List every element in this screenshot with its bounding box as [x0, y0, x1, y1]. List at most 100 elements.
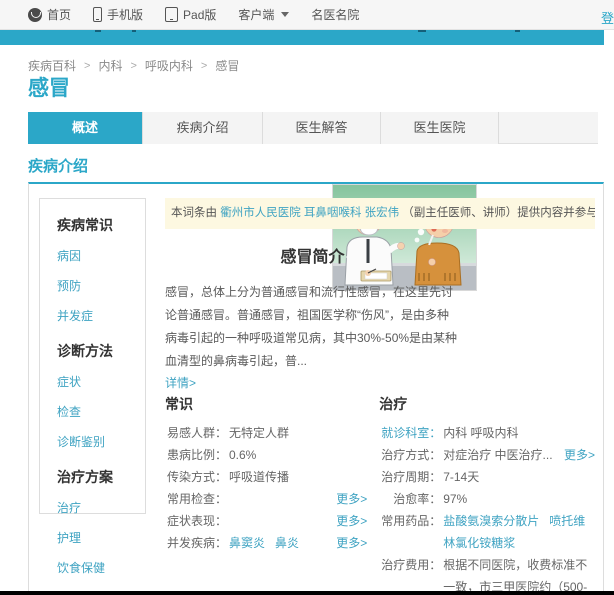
fact-value: 97%: [443, 492, 468, 506]
breadcrumb-item-respiratory[interactable]: 呼吸内科: [145, 57, 193, 74]
fact-value: 鼻窦炎 鼻炎: [227, 532, 336, 554]
doctor-link[interactable]: 张宏伟: [365, 207, 400, 219]
fact-label: 并发疾病：: [166, 536, 227, 550]
more-link[interactable]: 更多>: [336, 510, 367, 532]
more-link[interactable]: 更多>: [336, 488, 367, 510]
sidebar-item-treatment[interactable]: 治疗: [57, 499, 145, 516]
breadcrumb-item-cold[interactable]: 感冒: [215, 57, 239, 74]
sidebar-group-title: 诊断方法: [57, 343, 113, 359]
sidebar-item-nursing[interactable]: 护理: [57, 529, 145, 546]
fact-label: 治疗方式：: [381, 448, 442, 462]
fact-label: 常用药品：: [381, 514, 442, 528]
client-label: 客户端: [238, 8, 275, 22]
fact-row-department: 就诊科室： 内科 呼吸内科: [379, 422, 595, 444]
top-utility-bar: 首页 手机版 Pad版 客户端 名医名院: [0, 0, 614, 30]
fact-row-cycle: 治疗周期： 7-14天: [379, 466, 595, 488]
page-title: 感冒: [28, 77, 70, 100]
fact-value: 0.6%: [229, 448, 257, 462]
home-link[interactable]: 首页: [28, 6, 71, 23]
fact-value: 根据不同医院，收费标准不一致，市三甲医院约（500-1000元）: [443, 558, 588, 594]
breadcrumb-separator: >: [130, 59, 137, 72]
sidebar-item-diet[interactable]: 饮食保健: [57, 559, 145, 576]
sidebar-item-differential[interactable]: 诊断鉴别: [57, 433, 145, 450]
tab-doctors-hospitals[interactable]: 医生医院: [381, 112, 499, 144]
login-link[interactable]: 登录: [601, 8, 614, 27]
tab-overview[interactable]: 概述: [28, 112, 143, 144]
treatment-title: 治疗: [379, 396, 408, 412]
sidebar-item-prevention[interactable]: 预防: [57, 277, 145, 294]
fact-value: 盐酸氨溴索分散片 喷托维林氯化铵糖浆: [441, 510, 595, 554]
fact-label: 传染方式：: [166, 470, 227, 484]
tab-filler: [499, 112, 598, 143]
fact-row-symptoms: 症状表现： 更多>: [165, 510, 367, 532]
more-link[interactable]: 更多>: [336, 532, 367, 554]
fact-row-method: 治疗方式： 对症治疗 中医治疗... 更多>: [379, 444, 595, 466]
tab-doctor-answers[interactable]: 医生解答: [263, 112, 381, 144]
complication-link-sinusitis[interactable]: 鼻窦炎: [229, 536, 265, 550]
fact-value: 呼吸道传播: [229, 470, 290, 484]
nav-remnant: [515, 30, 520, 32]
nav-remnant: [418, 30, 426, 32]
complication-link-rhinitis[interactable]: 鼻炎: [275, 536, 299, 550]
sidebar-item-symptoms[interactable]: 症状: [57, 373, 145, 390]
fact-row-susceptible: 易感人群： 无特定人群: [165, 422, 367, 444]
sidebar-group-title: 疾病常识: [57, 217, 113, 233]
tab-disease-intro[interactable]: 疾病介绍: [143, 112, 263, 144]
fact-label: 患病比例：: [166, 448, 227, 462]
fact-value: 对症治疗 中医治疗...: [443, 448, 553, 462]
fact-label-link[interactable]: 就诊科室：: [379, 422, 441, 444]
facts-columns: 常识 易感人群： 无特定人群 患病比例： 0.6% 传染方式： 呼吸道传播 常用…: [165, 394, 595, 595]
disease-encyclopedia-page: 首页 手机版 Pad版 客户端 名医名院 登录 疾病百科 > 内科 > 呼吸内科…: [0, 0, 614, 595]
breadcrumb-separator: >: [200, 59, 208, 72]
notice-prefix: 本词条由: [171, 207, 221, 219]
main-nav-bar[interactable]: [0, 30, 604, 45]
tab-bar: 概述 疾病介绍 医生解答 医生医院: [28, 112, 598, 144]
tablet-icon: [165, 7, 179, 22]
mobile-label: 手机版: [107, 8, 144, 22]
hospital-link[interactable]: 衢州市人民医院: [220, 207, 301, 219]
fact-row-drugs: 常用药品： 盐酸氨溴索分散片 喷托维林氯化铵糖浆: [379, 510, 595, 554]
sidebar-item-complications[interactable]: 并发症: [57, 307, 145, 324]
fact-row-prevalence: 患病比例： 0.6%: [165, 444, 367, 466]
fact-row-transmission: 传染方式： 呼吸道传播: [165, 466, 367, 488]
common-knowledge-column: 常识 易感人群： 无特定人群 患病比例： 0.6% 传染方式： 呼吸道传播 常用…: [165, 394, 367, 595]
fact-value: 内科 呼吸内科: [443, 426, 519, 440]
nav-remnant: [132, 30, 136, 32]
content-box: 疾病常识 病因 预防 并发症 诊断方法 症状 检查 诊断鉴别 治疗方案 治疗 护…: [28, 182, 604, 595]
department-link[interactable]: 耳鼻咽喉科: [304, 207, 362, 219]
sidebar-group-title: 治疗方案: [57, 469, 113, 485]
sidebar-group-treatment: 治疗方案 治疗 护理 饮食保健: [57, 467, 145, 576]
fact-value: 7-14天: [443, 470, 480, 484]
intro-title: 感冒简介: [280, 249, 345, 266]
breadcrumb-item-internal-medicine[interactable]: 内科: [98, 57, 122, 74]
pad-label: Pad版: [183, 8, 217, 22]
intro-more-link[interactable]: 详情>: [165, 374, 196, 391]
section-title: 疾病介绍: [28, 158, 89, 175]
fact-label: 常用检查：: [166, 492, 227, 506]
mobile-version-link[interactable]: 手机版: [93, 6, 143, 23]
nav-remnant: [95, 30, 101, 32]
fact-value: 无特定人群: [229, 426, 290, 440]
pad-version-link[interactable]: Pad版: [165, 6, 216, 23]
sidebar-item-tests[interactable]: 检查: [57, 403, 145, 420]
sidebar-group-knowledge: 疾病常识 病因 预防 并发症: [57, 215, 145, 324]
home-label: 首页: [47, 8, 72, 22]
intro-text: 感冒，总体上分为普通感冒和流行性感冒，在这里先讨论普通感冒。普通感冒，祖国医学称…: [165, 285, 458, 368]
fact-label: 治愈率：: [393, 492, 442, 506]
famous-hospitals-link[interactable]: 名医名院: [311, 6, 359, 23]
fact-row-tests: 常用检查： 更多>: [165, 488, 367, 510]
client-dropdown[interactable]: 客户端: [238, 6, 290, 23]
common-title: 常识: [165, 396, 193, 412]
sidebar: 疾病常识 病因 预防 并发症 诊断方法 症状 检查 诊断鉴别 治疗方案 治疗 护…: [39, 198, 146, 575]
fact-row-complications: 并发疾病： 鼻窦炎 鼻炎 更多>: [165, 532, 367, 554]
more-link[interactable]: 更多>: [564, 444, 595, 466]
treatment-column: 治疗 就诊科室： 内科 呼吸内科 治疗方式： 对症治疗 中医治疗... 更多> …: [379, 394, 595, 595]
sidebar-item-cause[interactable]: 病因: [57, 247, 145, 264]
sidebar-group-diagnosis: 诊断方法 症状 检查 诊断鉴别: [57, 341, 145, 450]
fact-label: 易感人群：: [166, 426, 227, 440]
home-icon: [28, 7, 42, 22]
drug-link-ambroxol[interactable]: 盐酸氨溴索分散片: [443, 514, 539, 528]
hospitals-label: 名医名院: [311, 8, 360, 22]
main-content: 本词条由 衢州市人民医院 耳鼻咽喉科 张宏伟 （副主任医师、讲师）提供内容并参与…: [165, 198, 595, 595]
bottom-edge-strip: [0, 591, 614, 595]
